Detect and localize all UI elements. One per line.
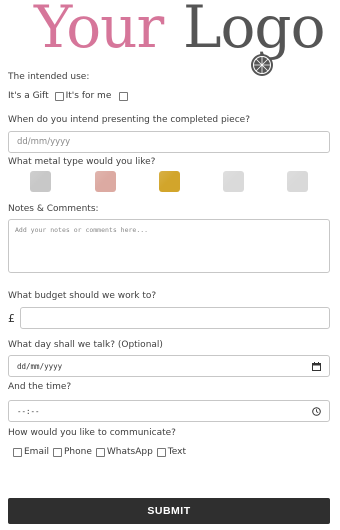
phone-option-label: Phone: [63, 447, 92, 457]
logo: Your Logo: [0, 0, 340, 82]
presenting-date-label: When do you intend presenting the comple…: [8, 115, 250, 125]
metal-swatch-silver[interactable]: [30, 171, 51, 192]
presenting-date-placeholder: dd/mm/yyyy: [17, 137, 71, 147]
talk-time-input[interactable]: --:--: [8, 400, 330, 422]
talk-day-placeholder: dd/mm/yyyy: [17, 361, 63, 371]
logo-text-logo: Logo: [183, 0, 325, 61]
notes-label: Notes & Comments:: [8, 204, 99, 214]
gift-checkbox[interactable]: [54, 91, 64, 101]
notes-textarea[interactable]: Add your notes or comments here...: [8, 219, 330, 273]
metal-swatch-yellow-gold[interactable]: [159, 171, 180, 192]
gift-option-label: It's a Gift: [8, 91, 49, 101]
calendar-icon[interactable]: [312, 361, 321, 371]
logo-text-your: Your: [34, 0, 164, 61]
presenting-date-input[interactable]: dd/mm/yyyy: [8, 131, 330, 153]
email-option-label: Email: [24, 447, 49, 457]
metal-swatch-platinum[interactable]: [287, 171, 308, 192]
budget-input[interactable]: [20, 307, 330, 329]
talk-time-placeholder: --:--: [17, 406, 40, 416]
for-me-checkbox[interactable]: [119, 91, 129, 101]
submit-button[interactable]: SUBMIT: [8, 498, 330, 524]
whatsapp-option-label: WhatsApp: [106, 447, 153, 457]
email-checkbox[interactable]: [13, 447, 22, 457]
metal-type-label: What metal type would you like?: [8, 157, 156, 167]
metal-swatch-rose-gold[interactable]: [95, 171, 116, 192]
talk-day-input[interactable]: dd/mm/yyyy: [8, 355, 330, 377]
intended-use-options: It's a Gift It's for me: [8, 91, 130, 101]
text-option-label: Text: [167, 447, 186, 457]
text-checkbox[interactable]: [156, 447, 166, 457]
wheel-icon: [251, 54, 273, 76]
for-me-option-label: It's for me: [65, 91, 112, 101]
talk-day-label: What day shall we talk? (Optional): [8, 340, 163, 350]
intended-use-label: The intended use:: [8, 72, 90, 82]
metal-swatch-white-gold[interactable]: [223, 171, 244, 192]
phone-checkbox[interactable]: [52, 447, 62, 457]
communicate-options: Email Phone WhatsApp Text: [12, 447, 186, 457]
clock-icon[interactable]: [312, 406, 321, 416]
notes-placeholder: Add your notes or comments here...: [15, 226, 149, 234]
budget-label: What budget should we work to?: [8, 291, 157, 301]
talk-time-label: And the time?: [8, 382, 72, 392]
whatsapp-checkbox[interactable]: [95, 447, 105, 457]
communicate-label: How would you like to communicate?: [8, 428, 176, 438]
currency-symbol: £: [8, 312, 15, 325]
